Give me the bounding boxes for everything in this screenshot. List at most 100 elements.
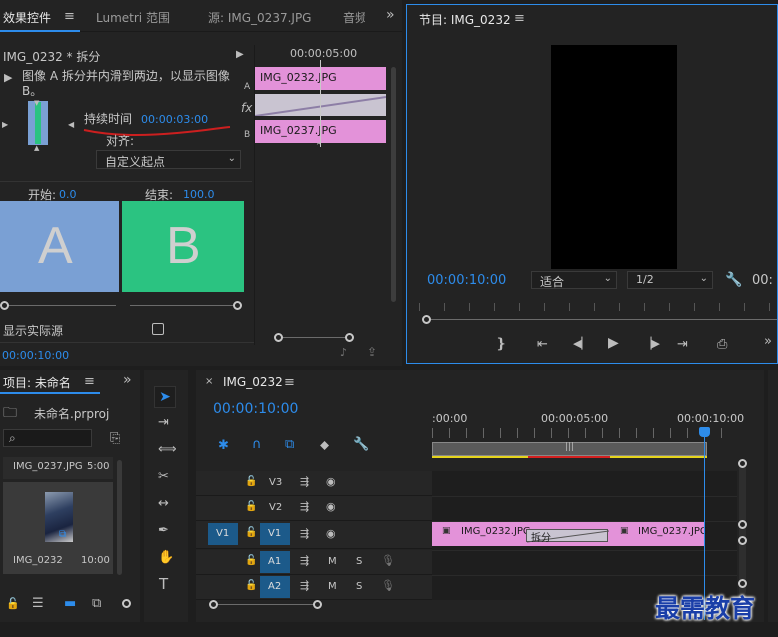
timeline-settings-icon[interactable]: 🔧 xyxy=(353,438,369,451)
transition-clip[interactable]: 拆分 xyxy=(526,529,609,544)
mute-a2-button[interactable]: M xyxy=(328,581,337,592)
eye-icon[interactable]: ◉ xyxy=(326,476,336,487)
freeform-view-icon[interactable]: ⧉ xyxy=(92,597,101,610)
sync-lock-icon[interactable]: ⇶ xyxy=(300,555,309,566)
timeline-vertical-scroll-track[interactable] xyxy=(739,465,746,595)
microphone-icon[interactable]: 🎙 xyxy=(381,580,395,591)
program-scrub-handle[interactable] xyxy=(422,315,431,324)
timeline-timecode[interactable]: 00:00:10:00 xyxy=(213,401,298,417)
list-view-icon[interactable]: ☰ xyxy=(32,597,44,610)
project-menu-icon[interactable]: ≡ xyxy=(84,375,95,388)
add-marker-icon[interactable]: ⬥ xyxy=(320,439,329,452)
go-to-out-icon[interactable]: ⇥ xyxy=(677,338,688,351)
v-scroll-mid-handle[interactable] xyxy=(738,520,747,529)
track-select-tool-icon[interactable]: ⇥ xyxy=(158,416,169,429)
program-monitor-title[interactable]: 节目: IMG_0232 xyxy=(419,11,511,28)
transition-thumbnail[interactable] xyxy=(28,101,48,145)
direction-arrow-up-icon[interactable]: ▼ xyxy=(34,100,39,107)
timeline-ruler-ticks[interactable] xyxy=(432,428,737,438)
eye-icon[interactable]: ◉ xyxy=(326,528,336,539)
export-frame-icon[interactable]: ⎙ xyxy=(717,338,727,351)
pen-tool-icon[interactable]: ✒ xyxy=(158,524,169,537)
show-actual-sources-checkbox[interactable] xyxy=(152,323,164,335)
program-ruler[interactable] xyxy=(419,303,778,311)
close-icon[interactable]: × xyxy=(205,377,213,387)
type-tool-icon[interactable]: T xyxy=(159,577,168,592)
lock-track-icon[interactable]: 🔓 xyxy=(245,581,257,591)
end-value[interactable]: 100.0 xyxy=(183,188,215,201)
ripple-edit-tool-icon[interactable]: ⟺ xyxy=(158,443,177,456)
collapse-left-icon[interactable]: ▶ xyxy=(2,121,8,129)
program-timecode[interactable]: 00:00:10:00 xyxy=(427,273,506,288)
effect-current-time[interactable]: 00:00:10:00 xyxy=(2,349,69,362)
razor-tool-icon[interactable]: ✂ xyxy=(158,470,169,483)
h-scroll-left-handle[interactable] xyxy=(209,600,218,609)
panel-menu-icon[interactable]: ≡ xyxy=(64,10,75,23)
play-transition-icon[interactable]: ▶ xyxy=(4,72,12,83)
sync-lock-icon[interactable]: ⇶ xyxy=(300,476,309,487)
v-scroll-mid2-handle[interactable] xyxy=(738,536,747,545)
project-more-icon[interactable]: » xyxy=(123,373,132,387)
nest-icon[interactable]: ✱ xyxy=(218,439,229,452)
sync-lock-icon[interactable]: ⇶ xyxy=(300,501,309,512)
work-area-bar[interactable]: ||| xyxy=(432,442,707,456)
linked-selection-icon[interactable]: ⧉ xyxy=(285,438,294,451)
icon-view-icon[interactable]: ▬ xyxy=(64,597,76,610)
solo-a1-button[interactable]: S xyxy=(356,556,362,567)
h-scroll-right-handle[interactable] xyxy=(313,600,322,609)
direction-arrow-down-icon[interactable]: ▲ xyxy=(34,145,39,152)
ec-zoom-right-handle[interactable] xyxy=(345,333,354,342)
v-scroll-top-handle[interactable] xyxy=(738,459,747,468)
play-audio-icon[interactable]: ♪ xyxy=(340,347,347,358)
more-buttons-icon[interactable]: » xyxy=(764,335,772,348)
snap-icon[interactable]: ∩ xyxy=(252,438,262,451)
ec-playhead[interactable] xyxy=(320,60,321,147)
eye-icon[interactable]: ◉ xyxy=(326,501,336,512)
start-value[interactable]: 0.0 xyxy=(59,188,77,201)
more-tabs-icon[interactable]: » xyxy=(386,8,395,22)
sync-lock-icon[interactable]: ⇶ xyxy=(300,580,309,591)
new-search-bin-icon[interactable]: ⎘ xyxy=(110,432,120,445)
v-scroll-bottom-handle[interactable] xyxy=(738,579,747,588)
lock-track-icon[interactable]: 🔓 xyxy=(245,556,257,566)
playhead-marker[interactable] xyxy=(699,427,710,437)
selection-tool-icon[interactable]: ➤ xyxy=(154,386,176,408)
project-item-2[interactable]: ⧉ IMG_0232 10:00 xyxy=(3,482,113,574)
start-slider-handle[interactable] xyxy=(0,301,9,310)
tab-effect-controls[interactable]: 效果控件 xyxy=(3,9,51,26)
target-v1-toggle[interactable]: V1 xyxy=(260,523,290,545)
source-v1-toggle[interactable]: V1 xyxy=(208,523,238,545)
target-a2-toggle[interactable]: A2 xyxy=(260,576,290,598)
fit-dropdown[interactable]: 适合 ⌄ xyxy=(531,271,617,289)
step-back-icon[interactable]: ◀▏ xyxy=(573,338,590,349)
timeline-clip-a[interactable]: ▣ IMG_0232.JPG 拆分 ▣ IMG_0237.JPG xyxy=(432,522,708,546)
ec-vertical-scrollbar[interactable] xyxy=(391,67,396,302)
hand-tool-icon[interactable]: ✋ xyxy=(158,551,174,564)
step-forward-icon[interactable]: ▕▶ xyxy=(643,338,660,349)
program-menu-icon[interactable]: ≡ xyxy=(514,12,525,25)
resolution-dropdown[interactable]: 1/2 ⌄ xyxy=(627,271,713,289)
ec-zoom-left-handle[interactable] xyxy=(274,333,283,342)
direction-arrow-left-icon[interactable]: ◀ xyxy=(68,121,74,129)
wrench-icon[interactable]: 🔧 xyxy=(725,273,742,287)
sync-lock-icon[interactable]: ⇶ xyxy=(300,528,309,539)
timeline-title[interactable]: IMG_0232 xyxy=(223,375,283,389)
lock-track-icon[interactable]: 🔓 xyxy=(245,477,257,487)
target-a1-toggle[interactable]: A1 xyxy=(260,551,290,573)
project-scrollbar[interactable] xyxy=(117,460,122,575)
mute-a1-button[interactable]: M xyxy=(328,556,337,567)
lock-track-icon[interactable]: 🔓 xyxy=(245,528,257,538)
project-search-input[interactable]: ⌕ xyxy=(3,429,92,447)
tab-audio[interactable]: 音频 xyxy=(343,9,365,26)
timeline-menu-icon[interactable]: ≡ xyxy=(284,376,295,389)
mark-in-icon[interactable]: ❵ xyxy=(495,337,507,351)
microphone-icon[interactable]: 🎙 xyxy=(381,555,395,566)
solo-a2-button[interactable]: S xyxy=(356,581,362,592)
project-title[interactable]: 项目: 未命名 xyxy=(3,374,71,391)
tab-source[interactable]: 源: IMG_0237.JPG xyxy=(208,9,311,26)
tab-lumetri-scopes[interactable]: Lumetri 范围 xyxy=(96,9,170,26)
project-item-1[interactable]: IMG_0237.JPG 5:00 xyxy=(3,457,113,479)
go-to-in-icon[interactable]: ⇤ xyxy=(537,338,548,351)
alignment-dropdown[interactable]: 自定义起点 ⌄ xyxy=(96,150,241,169)
slip-tool-icon[interactable]: ↔ xyxy=(158,497,169,510)
